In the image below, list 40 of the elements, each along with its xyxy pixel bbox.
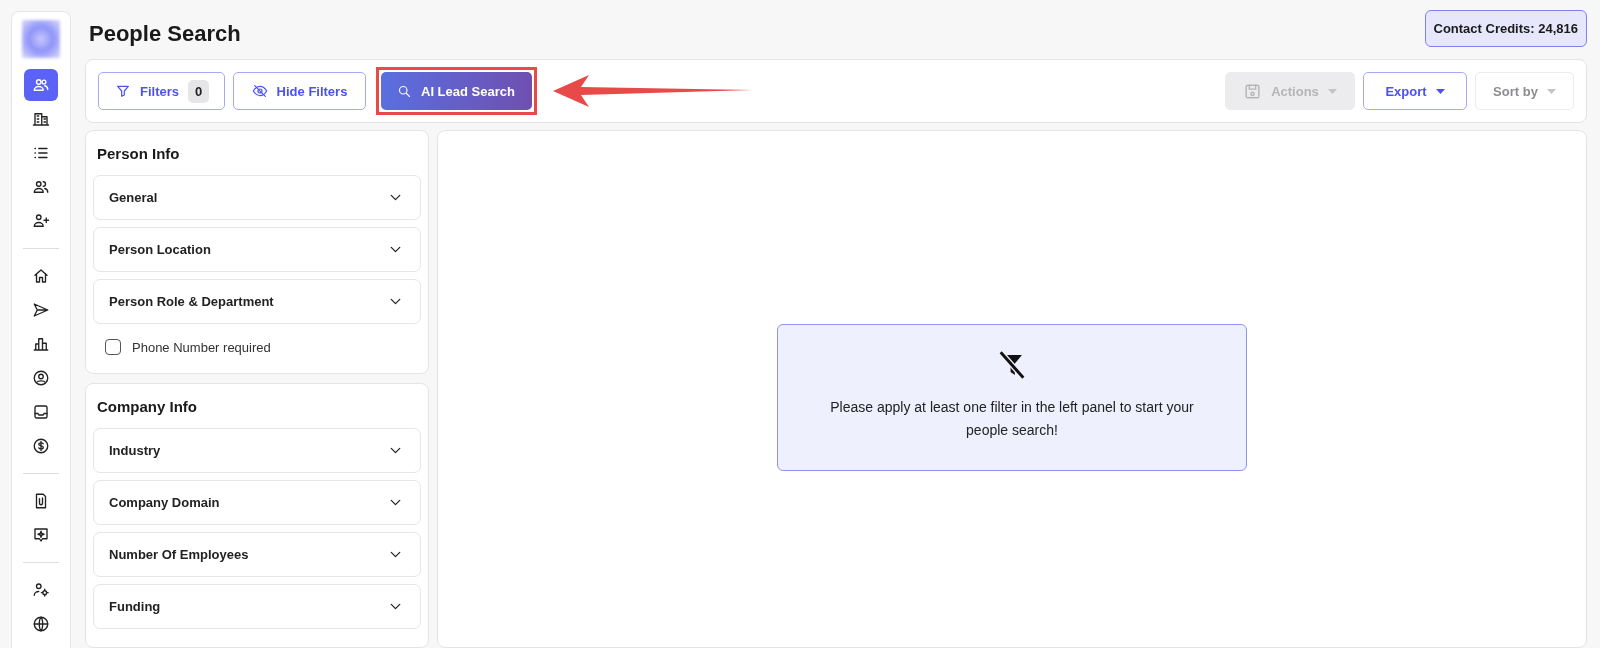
user-circle-icon <box>32 369 50 387</box>
globe-icon <box>32 615 50 633</box>
home-icon <box>32 267 50 285</box>
page-title: People Search <box>89 21 241 47</box>
people-icon <box>32 76 50 94</box>
filter-accordion[interactable]: Person Role & Department <box>93 279 421 324</box>
filter-accordion[interactable]: Person Location <box>93 227 421 272</box>
logo-icon <box>22 20 60 58</box>
caret-icon <box>1435 88 1445 94</box>
section-title: Company Info <box>97 398 198 415</box>
caret-icon <box>1546 88 1556 94</box>
filter-accordion[interactable]: Funding <box>93 584 421 629</box>
export-button[interactable]: Export <box>1363 72 1467 110</box>
user-gear-icon <box>32 581 50 599</box>
filter-accordion[interactable]: Number Of Employees <box>93 532 421 577</box>
filter-count-badge: 0 <box>188 79 210 103</box>
add-person-icon <box>32 212 50 230</box>
dollar-icon <box>32 437 50 455</box>
building-icon <box>32 110 50 128</box>
sparkle-message-icon <box>32 526 50 544</box>
credits-badge: Contact Credits: 24,816 <box>1424 10 1587 47</box>
caret-icon <box>1327 88 1337 94</box>
checkbox-label: Phone Number required <box>132 339 271 355</box>
section-title: Person Info <box>97 145 181 162</box>
hide-filters-button[interactable]: Hide Filters <box>233 72 366 110</box>
eye-off-icon <box>251 83 268 99</box>
people-icon <box>32 178 50 196</box>
filter-accordion[interactable]: General <box>93 175 421 220</box>
inbox-icon <box>32 403 50 421</box>
checkbox[interactable] <box>105 339 121 355</box>
filters-button[interactable]: Filters 0 <box>98 72 225 110</box>
filter-icon <box>115 83 131 99</box>
filter-accordion[interactable]: Industry <box>93 428 421 473</box>
save-icon <box>1243 81 1263 101</box>
filter-accordion[interactable]: Company Domain <box>93 480 421 525</box>
search-icon <box>397 83 412 99</box>
ai-lead-search-button[interactable]: AI Lead Search <box>381 72 532 110</box>
empty-state-message: Please apply at least one filter in the left panel to start your people search! <box>829 398 1195 440</box>
bar-chart-icon <box>32 335 50 353</box>
send-icon <box>32 301 50 319</box>
